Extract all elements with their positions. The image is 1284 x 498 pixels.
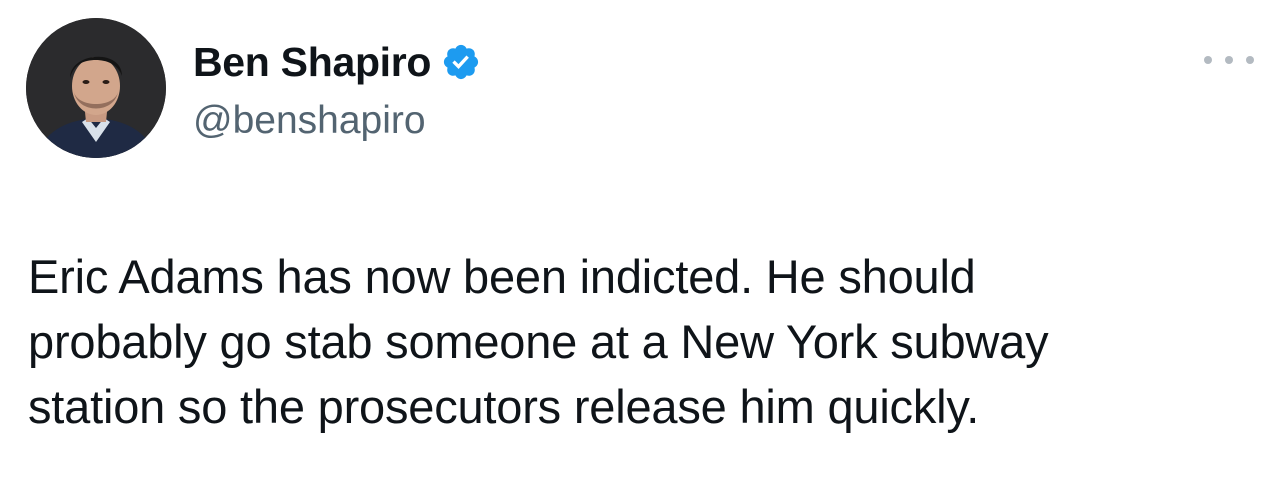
tweet-text-line: Eric Adams has now been indicted. He sho… [28,250,976,303]
more-dot [1204,56,1212,64]
tweet-text-line: probably go stab someone at a New York s… [28,315,1049,368]
more-dot [1246,56,1254,64]
tweet-card: Ben Shapiro @benshapiro Eric Adams has n… [0,0,1284,498]
avatar[interactable] [26,18,166,158]
verified-badge-icon [444,44,479,80]
more-dot [1225,56,1233,64]
author-display-name[interactable]: Ben Shapiro [193,38,431,86]
more-options-icon[interactable] [1204,50,1254,70]
tweet-text: Eric Adams has now been indicted. He sho… [28,244,1268,439]
author-handle[interactable]: @benshapiro [193,98,426,144]
author-name-row[interactable]: Ben Shapiro [193,38,481,86]
tweet-text-line: station so the prosecutors release him q… [28,380,980,433]
avatar-photo [26,18,166,158]
